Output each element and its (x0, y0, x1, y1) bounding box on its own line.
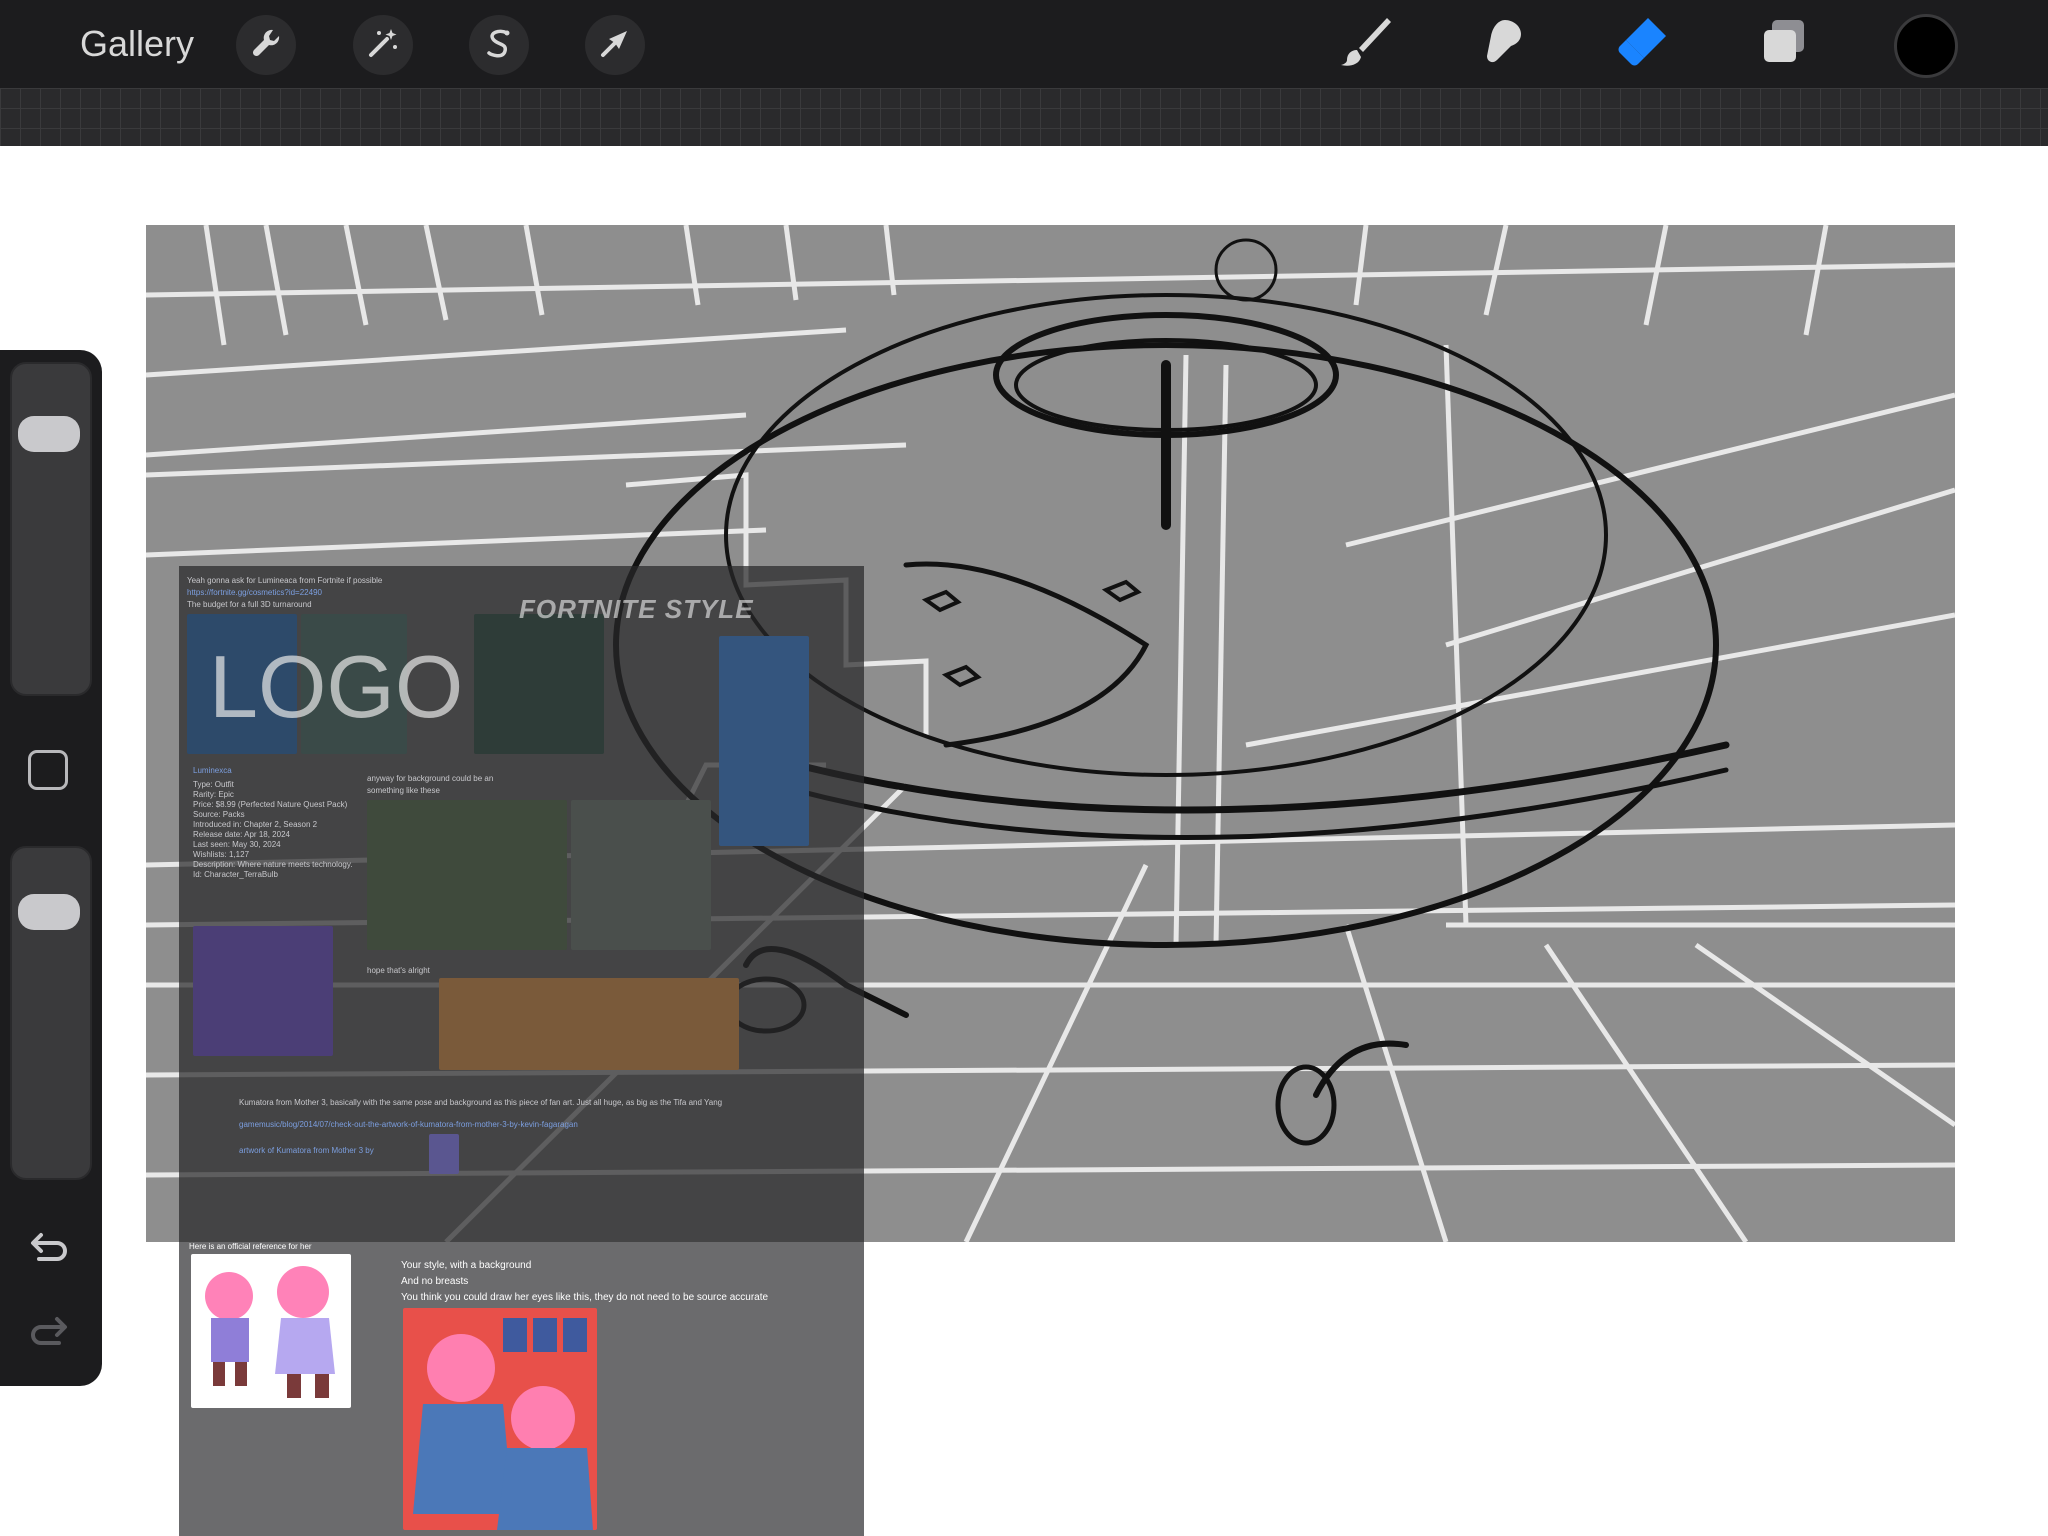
selection-s-icon (481, 25, 517, 66)
thumbnail-image (429, 1134, 459, 1174)
background-image (571, 800, 711, 950)
layers-button[interactable] (1752, 12, 1816, 76)
ref-message: The budget for a full 3D turnaround (187, 600, 312, 609)
ref-message: Here is an official reference for her (189, 1242, 312, 1251)
redo-arrow-icon (27, 1309, 71, 1358)
card-line: Source: Packs (193, 810, 245, 819)
card-line: Wishlists: 1,127 (193, 850, 250, 859)
brush-button[interactable] (1333, 12, 1397, 76)
ref-message: Yeah gonna ask for Lumineaca from Fortni… (187, 576, 383, 585)
card-line: Type: Outfit (193, 780, 234, 789)
transform-button[interactable] (585, 15, 645, 75)
modify-button[interactable] (28, 750, 68, 790)
smudge-button[interactable] (1471, 12, 1535, 76)
ref-link[interactable]: artwork of Kumatora from Mother 3 by (239, 1146, 374, 1156)
eraser-button[interactable] (1610, 12, 1674, 76)
adjustments-button[interactable] (353, 15, 413, 75)
opacity-slider[interactable] (10, 846, 92, 1180)
ref-link[interactable]: https://fortnite.gg/cosmetics?id=22490 (187, 588, 322, 598)
redo-button[interactable] (24, 1308, 74, 1358)
fan-art-figures (413, 1318, 593, 1530)
eraser-icon (1612, 12, 1672, 77)
official-reference-image (191, 1254, 351, 1408)
arrow-cursor-icon (597, 25, 633, 66)
ref-link[interactable]: gamemusic/blog/2014/07/check-out-the-art… (239, 1120, 578, 1130)
card-title: Luminexca (193, 766, 232, 775)
character-image (474, 614, 604, 754)
card-line: Last seen: May 30, 2024 (193, 840, 281, 849)
card-line: Description: Where nature meets technolo… (193, 860, 353, 869)
logo-sketch-text: LOGO (209, 637, 464, 736)
ref-message: something like these (367, 786, 440, 795)
wrench-icon (248, 25, 284, 66)
fan-art-image (403, 1308, 597, 1530)
card-details: Type: Outfit Rarity: Epic Price: $8.99 (… (193, 780, 352, 880)
brush-icon (1337, 14, 1393, 75)
color-picker-button[interactable] (1894, 14, 1958, 78)
layers-icon (1756, 14, 1812, 75)
brush-size-slider-thumb[interactable] (18, 416, 80, 452)
background-image (367, 800, 567, 950)
ref-message: Kumatora from Mother 3, basically with t… (239, 1098, 723, 1107)
ref-message: anyway for background could be an (367, 774, 494, 783)
card-line: Release date: Apr 18, 2024 (193, 830, 290, 839)
actions-button[interactable] (236, 15, 296, 75)
toolbar-grid-strip (0, 88, 2048, 146)
card-line: Rarity: Epic (193, 790, 234, 799)
card-line: Price: $8.99 (Perfected Nature Quest Pac… (193, 800, 348, 809)
ref-message: You think you could draw her eyes like t… (401, 1292, 769, 1303)
selection-button[interactable] (469, 15, 529, 75)
gallery-button[interactable]: Gallery (80, 20, 194, 68)
card-line: Id: Character_TerraBulb (193, 870, 278, 879)
left-sidebar (0, 350, 102, 1386)
magic-wand-icon (365, 25, 401, 66)
ref-message: And no breasts (401, 1276, 469, 1287)
card-line: Introduced in: Chapter 2, Season 2 (193, 820, 318, 829)
undo-arrow-icon (27, 1225, 71, 1274)
background-image (439, 978, 739, 1070)
ref-message: Your style, with a background (401, 1260, 532, 1271)
reference-lower-panel: Here is an official reference for her Yo… (179, 1242, 864, 1536)
character-image (193, 926, 333, 1056)
undo-button[interactable] (24, 1224, 74, 1274)
ref-message: hope that's alright (367, 966, 430, 975)
top-toolbar: Gallery (0, 0, 2048, 88)
character-image (719, 636, 809, 846)
fortnite-style-text: FORTNITE STYLE (519, 594, 754, 624)
kumatora-sprites (205, 1266, 335, 1398)
smudge-finger-icon (1475, 14, 1531, 75)
opacity-slider-thumb[interactable] (18, 894, 80, 930)
brush-size-slider[interactable] (10, 362, 92, 696)
